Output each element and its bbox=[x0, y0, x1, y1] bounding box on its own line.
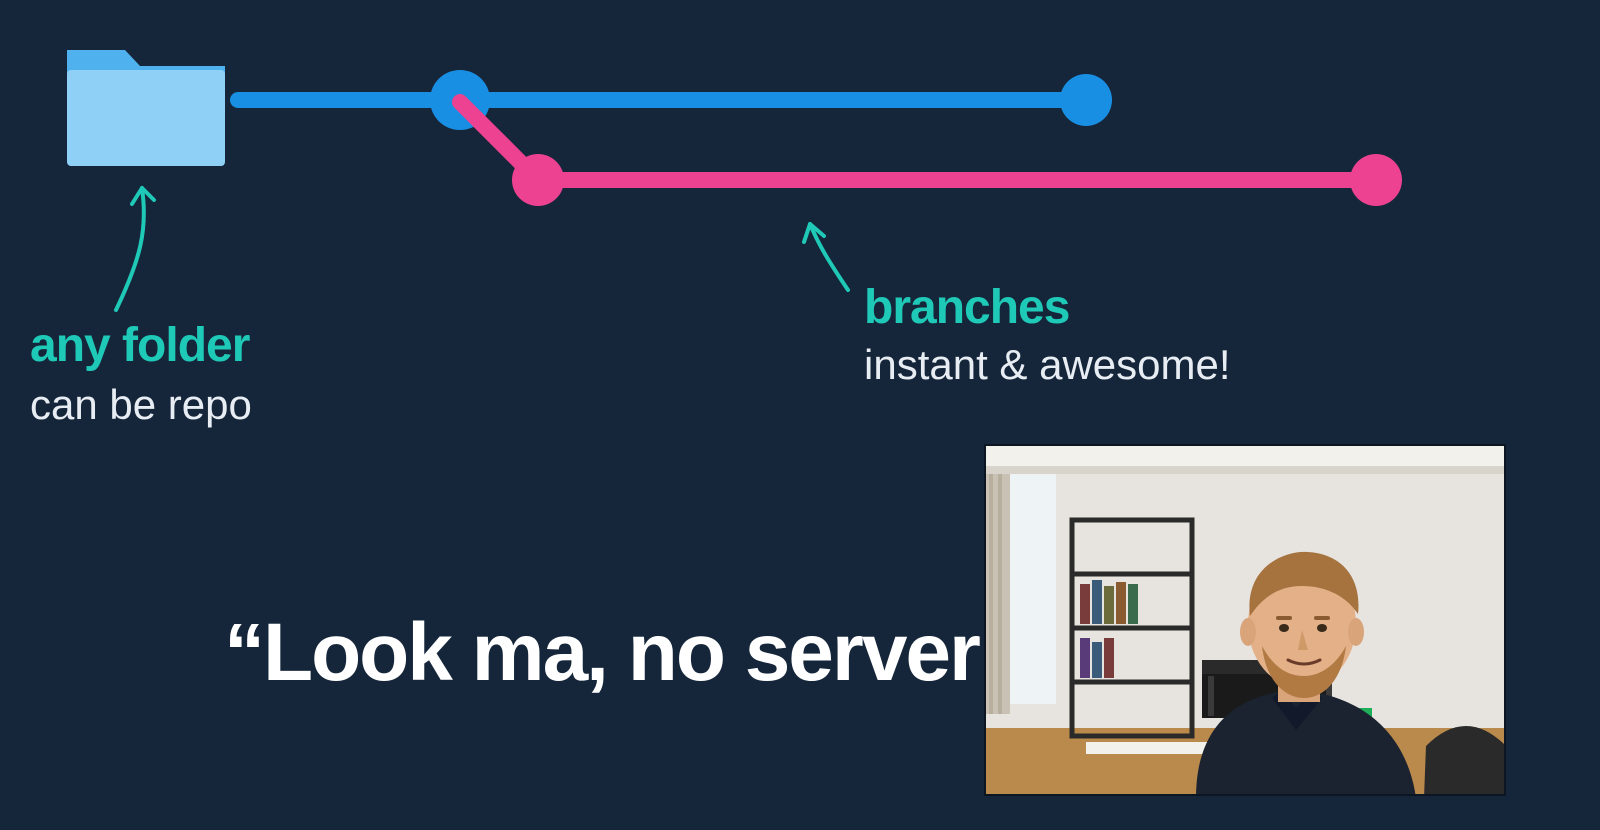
slide-tagline: “Look ma, no server bbox=[224, 606, 979, 700]
speaker-video-inset bbox=[984, 444, 1506, 796]
callout-branches-sub: instant & awesome! bbox=[864, 341, 1231, 389]
branch-node-feature-start bbox=[512, 154, 564, 206]
callout-folder-heading: any folder bbox=[30, 318, 252, 373]
callout-branches: branches instant & awesome! bbox=[864, 280, 1231, 389]
callout-arrow-branches bbox=[804, 224, 848, 290]
presentation-slide: any folder can be repo branches instant … bbox=[0, 0, 1600, 830]
callout-branches-heading: branches bbox=[864, 280, 1231, 335]
callout-folder: any folder can be repo bbox=[30, 318, 252, 429]
speaker-video-illustration bbox=[986, 446, 1506, 796]
branch-node-main-tip bbox=[1060, 74, 1112, 126]
callout-folder-sub: can be repo bbox=[30, 381, 252, 429]
branch-node-feature-tip bbox=[1350, 154, 1402, 206]
callout-arrow-folder bbox=[116, 188, 154, 310]
folder-icon bbox=[67, 50, 225, 166]
